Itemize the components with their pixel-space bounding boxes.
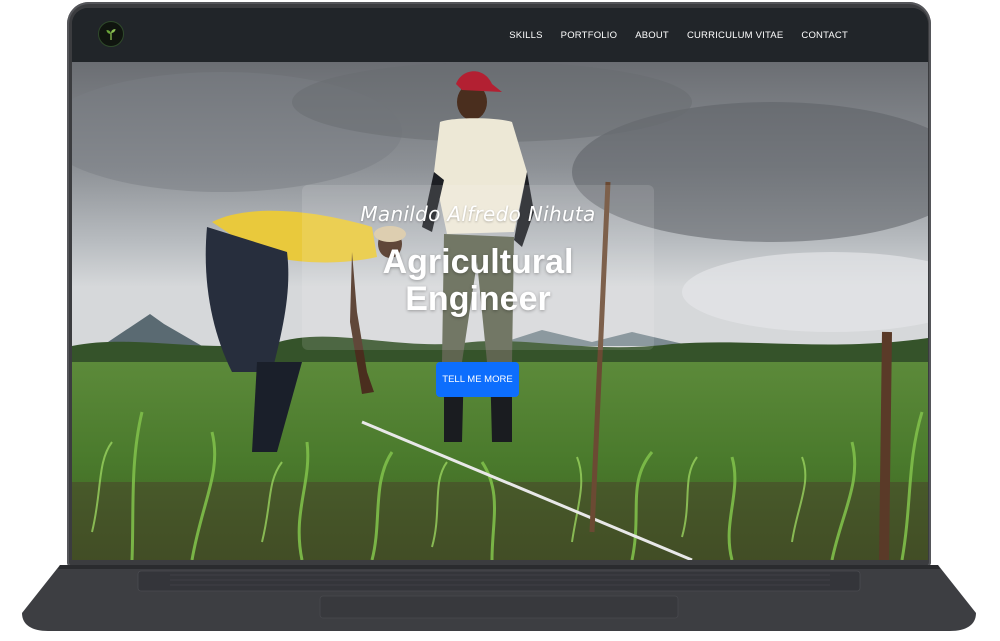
- laptop-screen: SKILLS PORTFOLIO ABOUT CURRICULUM VITAE …: [72, 8, 928, 560]
- nav-link-skills[interactable]: SKILLS: [509, 30, 542, 41]
- nav-link-curriculum-vitae[interactable]: CURRICULUM VITAE: [687, 30, 783, 41]
- nav-link-portfolio[interactable]: PORTFOLIO: [561, 30, 618, 41]
- nav-links: SKILLS PORTFOLIO ABOUT CURRICULUM VITAE …: [509, 8, 848, 62]
- hero-title: Agricultural Engineer: [302, 244, 654, 318]
- navbar: SKILLS PORTFOLIO ABOUT CURRICULUM VITAE …: [72, 8, 928, 62]
- hero-name: Manildo Alfredo Nihuta: [360, 202, 596, 226]
- laptop-base: [22, 565, 976, 631]
- hero-title-line-2: Engineer: [405, 280, 551, 318]
- nav-link-contact[interactable]: CONTACT: [801, 30, 848, 41]
- hero-section: Manildo Alfredo Nihuta Agricultural Engi…: [72, 62, 928, 560]
- sprout-logo-icon[interactable]: [98, 21, 124, 47]
- tell-me-more-button[interactable]: TELL ME MORE: [436, 362, 519, 397]
- hero-title-line-1: Agricultural: [382, 243, 574, 281]
- nav-link-about[interactable]: ABOUT: [635, 30, 669, 41]
